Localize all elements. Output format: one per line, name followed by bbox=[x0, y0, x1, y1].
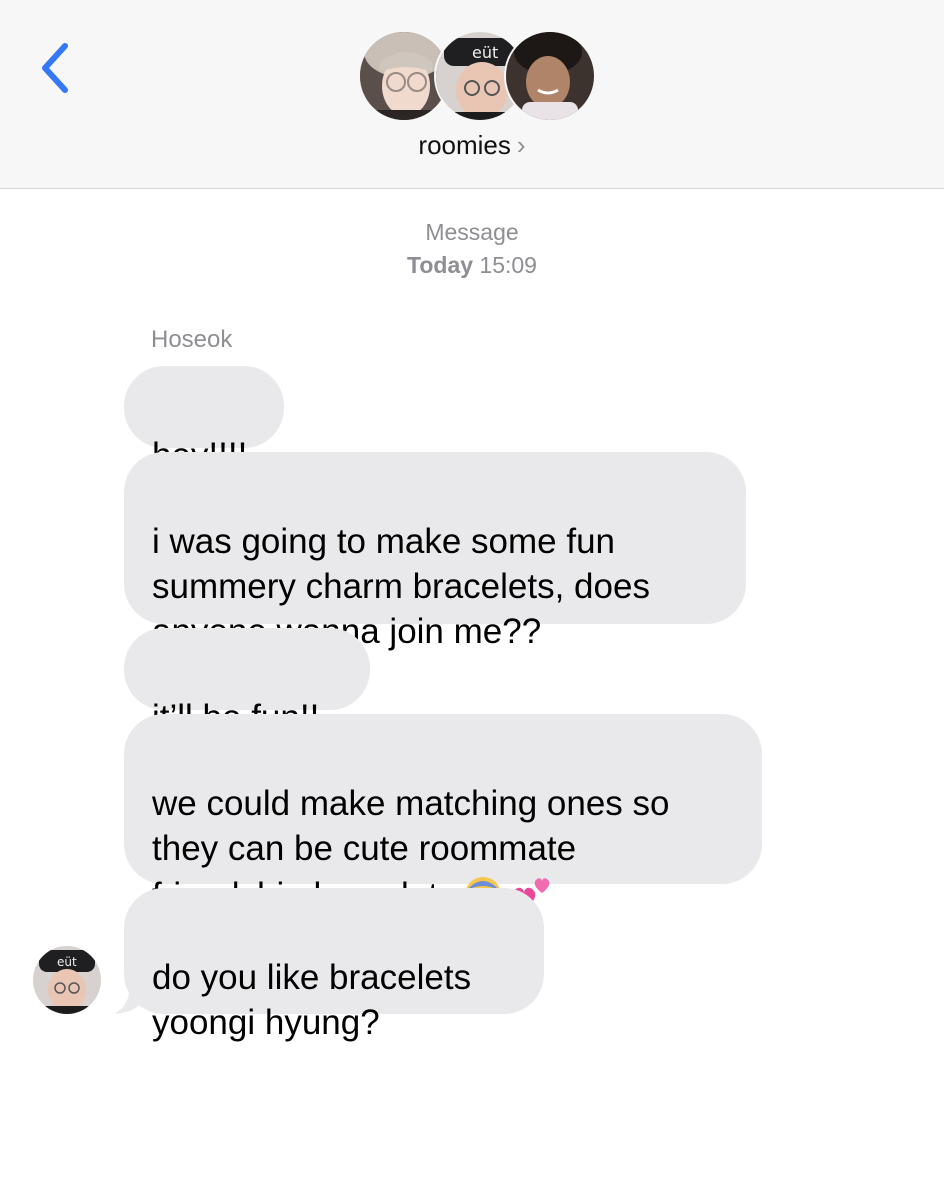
bubble-tail bbox=[114, 978, 144, 1014]
sender-name: Hoseok bbox=[151, 326, 233, 353]
group-title[interactable]: roomies › bbox=[0, 130, 944, 161]
time-label: 15:09 bbox=[479, 252, 537, 278]
message-bubble[interactable]: it’ll be fun!! bbox=[124, 628, 370, 737]
message-bubble[interactable]: we could make matching ones so they can … bbox=[124, 714, 762, 915]
sender-avatar[interactable]: eüt bbox=[33, 946, 101, 1014]
message-bubble[interactable]: i was going to make some fun summery cha… bbox=[124, 452, 746, 651]
service-label: Message bbox=[425, 219, 519, 245]
message-bubble[interactable]: do you like bracelets yoongi hyung? bbox=[124, 888, 544, 1042]
group-avatars[interactable]: eüt bbox=[358, 30, 596, 125]
group-name: roomies bbox=[418, 130, 511, 160]
back-button[interactable] bbox=[30, 36, 80, 100]
message-timestamp: Message Today 15:09 bbox=[0, 216, 944, 282]
svg-text:eüt: eüt bbox=[472, 43, 498, 62]
chevron-right-icon: › bbox=[516, 130, 526, 160]
svg-text:eüt: eüt bbox=[57, 955, 77, 969]
message-bubble[interactable]: hey!!!! bbox=[124, 366, 284, 475]
day-label: Today bbox=[407, 252, 474, 278]
message-text: do you like bracelets yoongi hyung? bbox=[152, 958, 472, 1042]
avatar bbox=[504, 30, 596, 122]
chat-header: eüt roomies › bbox=[0, 0, 944, 189]
chevron-left-icon bbox=[42, 43, 68, 93]
